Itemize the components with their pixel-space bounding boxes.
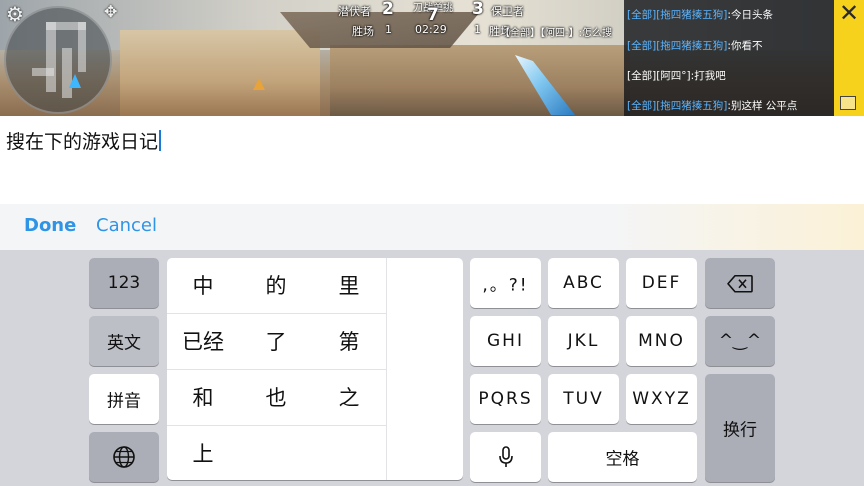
emoticon-key[interactable]: ^‿^ <box>705 316 775 366</box>
ghi-key[interactable]: GHI <box>470 316 541 366</box>
wxyz-key[interactable]: WXYZ <box>626 374 697 424</box>
candidate-word[interactable]: 也 <box>240 370 312 426</box>
key-label: WXYZ <box>632 389 691 409</box>
chat-message: [全部][拖四猪揍五狗]:别这样 公平点 <box>627 98 797 113</box>
candidate-row: 已经 了 第 <box>167 314 387 370</box>
key-label: 拼音 <box>107 391 141 412</box>
chat-tag: [全部] <box>627 70 657 82</box>
text-input-content: 搜在下的游戏日记 <box>6 131 159 153</box>
candidate-word[interactable]: 中 <box>167 258 239 314</box>
tuv-key[interactable]: TUV <box>548 374 619 424</box>
match-timer: 02:29 <box>415 23 447 36</box>
def-key[interactable]: DEF <box>626 258 697 308</box>
key-label: 空格 <box>605 449 640 470</box>
team-right-score: 3 <box>472 0 484 19</box>
candidate-word[interactable]: 第 <box>313 314 385 370</box>
chat-tag: [全部] <box>627 100 657 112</box>
candidate-divider <box>386 258 387 480</box>
chat-message: [全部][拖四猪揍五狗]:你看不 <box>627 38 762 53</box>
cancel-button[interactable]: Cancel <box>96 215 157 236</box>
chat-sender: [拖四猪揍五狗] <box>656 9 728 21</box>
overlay-chat-line: 【全部】【阿四-】:怎么搜 <box>500 28 612 39</box>
candidate-word[interactable]: 里 <box>313 258 385 314</box>
microphone-icon <box>470 445 541 469</box>
chat-text: :今日头条 <box>727 9 773 21</box>
close-icon[interactable]: ✕ <box>834 0 864 26</box>
jkl-key[interactable]: JKL <box>548 316 619 366</box>
key-label: TUV <box>563 389 604 409</box>
candidate-row: 和 也 之 <box>167 370 387 426</box>
chat-text: :你看不 <box>727 40 763 52</box>
done-button[interactable]: Done <box>24 215 76 236</box>
delete-icon <box>705 273 775 294</box>
candidate-word[interactable]: 和 <box>167 370 239 426</box>
text-caret <box>159 130 162 151</box>
key-label: PQRS <box>478 389 533 409</box>
return-key[interactable]: 换行 <box>705 374 775 482</box>
chat-tag: [全部] <box>627 40 657 52</box>
key-label: ABC <box>563 273 604 293</box>
candidate-word[interactable]: 已经 <box>167 314 239 370</box>
crosshair-icon: ✥ <box>104 2 118 21</box>
candidate-row: 中 的 里 <box>167 258 387 314</box>
chat-message: [全部][拖四猪揍五狗]:今日头条 <box>627 7 773 22</box>
team-left-score: 2 <box>382 0 394 19</box>
pqrs-key[interactable]: PQRS <box>470 374 541 424</box>
candidate-row: 上 <box>167 426 387 480</box>
punctuation-key[interactable]: ,。?! <box>470 258 541 308</box>
candidate-word[interactable]: 之 <box>313 370 385 426</box>
delete-key[interactable] <box>705 258 775 308</box>
team-left-name: 潜伏者 <box>338 5 371 18</box>
candidate-grid: 中 的 里 已经 了 第 和 也 之 上 <box>167 258 387 480</box>
chat-text: :别这样 公平点 <box>727 100 798 112</box>
globe-icon <box>89 445 159 469</box>
app-screen: ⚙ ✥ 潜伏者 2 刀战单挑 7 3 保卫者 胜场 1 02:29 1 胜场 【… <box>0 0 864 486</box>
numbers-key[interactable]: 123 <box>89 258 159 308</box>
chat-tag: [全部] <box>627 9 657 21</box>
chat-message: [全部][阿四°]:打我吧 <box>627 68 726 83</box>
wins-left-value: 1 <box>385 23 392 36</box>
chat-panel[interactable]: [全部][拖四猪揍五狗]:今日头条 [全部][拖四猪揍五狗]:你看不 [全部][… <box>624 0 834 116</box>
key-label: GHI <box>487 331 524 351</box>
globe-key[interactable] <box>89 432 159 482</box>
chat-sender: [拖四猪揍五狗] <box>656 100 728 112</box>
key-label: 123 <box>107 273 141 293</box>
pinyin-key[interactable]: 拼音 <box>89 374 159 424</box>
key-label: DEF <box>641 273 682 293</box>
key-label: JKL <box>567 331 600 351</box>
wins-left-label: 胜场 <box>352 25 374 38</box>
text-input-value[interactable]: 搜在下的游戏日记 <box>6 127 162 154</box>
mno-key[interactable]: MNO <box>626 316 697 366</box>
chat-sender: [拖四猪揍五狗] <box>656 40 728 52</box>
key-label: 英文 <box>107 333 141 354</box>
candidate-word[interactable]: 了 <box>240 314 312 370</box>
round-score: 7 <box>427 5 439 25</box>
abc-key[interactable]: ABC <box>548 258 619 308</box>
english-key[interactable]: 英文 <box>89 316 159 366</box>
game-wall <box>120 30 320 116</box>
wins-right-value: 1 <box>474 23 481 36</box>
game-view[interactable]: ⚙ ✥ 潜伏者 2 刀战单挑 7 3 保卫者 胜场 1 02:29 1 胜场 【… <box>0 0 864 116</box>
team-right-name: 保卫者 <box>491 5 524 18</box>
space-key[interactable]: 空格 <box>548 432 697 482</box>
key-label: ^‿^ <box>718 331 762 351</box>
gear-icon[interactable]: ⚙ <box>6 4 24 24</box>
candidate-word[interactable]: 的 <box>240 258 312 314</box>
candidate-word[interactable]: 上 <box>167 426 239 480</box>
key-label: MNO <box>638 331 685 351</box>
game-wall-right <box>330 45 630 116</box>
chat-sender: [阿四°] <box>656 70 691 82</box>
microphone-key[interactable] <box>470 432 541 482</box>
candidate-panel: 中 的 里 已经 了 第 和 也 之 上 <box>167 258 463 480</box>
key-label: 换行 <box>723 420 757 441</box>
game-roof <box>280 12 480 48</box>
note-icon[interactable] <box>840 96 856 110</box>
key-label: ,。?! <box>482 275 529 296</box>
chat-text: :打我吧 <box>690 70 726 82</box>
